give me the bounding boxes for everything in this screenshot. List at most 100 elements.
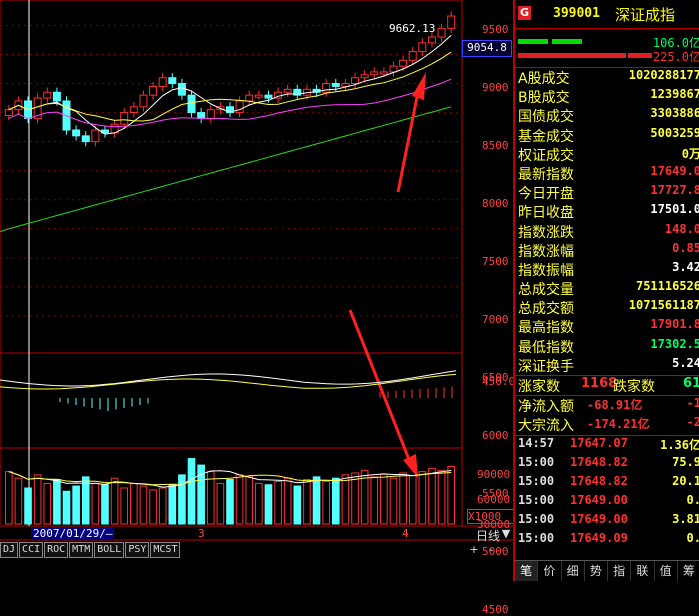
volume-bar: [101, 484, 109, 525]
volume-bar: [235, 474, 244, 525]
candle-body: [158, 77, 167, 87]
stat-row: 今日开盘 17727.8: [515, 183, 699, 202]
indicator-tab[interactable]: DJ: [0, 542, 19, 558]
tick-time: 15:00: [518, 511, 555, 526]
candle-body: [197, 112, 206, 119]
volume-bar: [447, 465, 455, 525]
tick-row: 15:00 17649.00 0.: [515, 493, 699, 512]
stat-row: 最新指数 17649.0: [515, 164, 699, 183]
flow-row: 净流入额 -68.91亿 -1: [515, 396, 699, 415]
period-label[interactable]: 日线: [476, 527, 500, 544]
k-line-chart[interactable]: [0, 0, 513, 542]
volume-bar: [322, 480, 330, 525]
volume-bar: [33, 474, 42, 525]
indicator-tab[interactable]: MTM: [69, 542, 94, 558]
candle-body: [418, 42, 427, 53]
macd-dif-line: [0, 370, 457, 387]
stats-list: A股成交 1020288177 B股成交 1239867 国债成交 3303886 基金成交…: [515, 68, 699, 375]
index-code: 399001: [553, 6, 600, 21]
candle-body: [177, 83, 186, 96]
tick-price: 17648.82: [570, 473, 628, 488]
stat-label: A股成交: [518, 71, 570, 87]
zoom-out-button[interactable]: -: [484, 543, 498, 557]
volume-bar: [72, 485, 80, 525]
panel-tab[interactable]: 联: [631, 561, 655, 581]
stat-label: 昨日收盘: [518, 205, 574, 222]
candle-body: [129, 106, 138, 114]
candle-body: [408, 51, 417, 61]
stat-label: 总成交额: [518, 301, 574, 318]
updown-row: 涨家数 1168 跌家数 61: [515, 376, 699, 395]
volume-bar: [312, 476, 321, 525]
volume-bar: [120, 487, 129, 525]
flow-value-2: -1: [686, 396, 699, 411]
volume-bar: [255, 482, 263, 525]
stat-value: 1239867: [650, 87, 699, 102]
tick-row: 15:00 17649.09 0.: [515, 531, 699, 550]
volume-bar: [81, 476, 90, 525]
tick-time: 15:00: [518, 492, 555, 507]
tick-price: 17649.00: [570, 511, 628, 526]
panel-tab[interactable]: 筹: [678, 561, 699, 581]
stat-value: 17302.5: [650, 336, 699, 351]
candle-body: [43, 91, 52, 99]
stat-label: 最高指数: [518, 320, 574, 337]
panel-tab[interactable]: 价: [538, 561, 562, 581]
buy-bar-2: [552, 39, 582, 44]
tick-vol: 1.36亿: [660, 437, 699, 452]
candle-body: [389, 65, 398, 73]
macd-pane-frame: [0, 352, 463, 449]
stat-value: 17649.0: [650, 163, 699, 178]
stat-row: 最高指数 17901.8: [515, 317, 699, 336]
stat-row: 国债成交 3303886: [515, 106, 699, 125]
index-name: 深证成指: [615, 6, 676, 24]
indicator-tab[interactable]: BOLL: [94, 542, 125, 558]
panel-tab[interactable]: 细: [562, 561, 585, 581]
candle-body: [283, 88, 292, 93]
panel-tab[interactable]: 指: [608, 561, 632, 581]
zoom-in-button[interactable]: +: [467, 543, 481, 557]
volume-bar: [283, 477, 292, 525]
panel-tab[interactable]: 笔: [515, 561, 539, 581]
tick-time: 15:00: [518, 454, 555, 469]
candle-body: [351, 77, 360, 85]
candle-body: [379, 71, 388, 75]
flow-label: 净流入额: [518, 399, 574, 416]
stat-label: 权证成交: [518, 147, 574, 164]
panel-tab[interactable]: 势: [585, 561, 608, 581]
stat-label: 基金成交: [518, 128, 574, 145]
volume-bar: [437, 469, 446, 525]
tick-vol: 20.1: [672, 473, 699, 488]
stat-row: A股成交 1020288177: [515, 68, 699, 87]
volume-bar: [187, 458, 196, 525]
volume-bar: [130, 482, 138, 525]
tick-vol: 0.: [686, 492, 699, 507]
indicator-tab[interactable]: PSY: [125, 542, 150, 558]
volume-bar: [303, 478, 311, 525]
indicator-tab[interactable]: MCST: [150, 542, 181, 558]
tick-vol: 75.9: [672, 454, 699, 469]
stat-row: 指数涨跌 148.0: [515, 222, 699, 241]
volume-bar: [14, 477, 23, 525]
stat-value: 0.85: [672, 240, 699, 255]
sell-bar-2: [628, 53, 652, 58]
panel-tab[interactable]: 值: [655, 561, 678, 581]
candle-body: [370, 71, 379, 76]
down-label: 跌家数: [613, 379, 655, 395]
volume-bar: [418, 471, 427, 525]
panel-header: G 399001 深证成指: [515, 0, 699, 29]
month-label-3: 3: [198, 527, 205, 540]
indicator-tab[interactable]: CCI: [19, 542, 44, 558]
stat-row: 总成交额 1071561187: [515, 298, 699, 317]
indicator-tab[interactable]: ROC: [44, 542, 69, 558]
stat-row: 昨日收盘 17501.0: [515, 202, 699, 221]
stat-row: 指数涨幅 0.85: [515, 241, 699, 260]
volume-bar: [91, 482, 100, 525]
volume-bar: [264, 484, 273, 525]
stat-label: 总成交量: [518, 282, 574, 299]
stat-row: 指数振幅 3.42: [515, 260, 699, 279]
settings-button[interactable]: ▼: [499, 527, 513, 541]
volume-bar: [53, 478, 61, 525]
volume-bar: [293, 485, 302, 525]
volume-bar: [428, 467, 436, 525]
